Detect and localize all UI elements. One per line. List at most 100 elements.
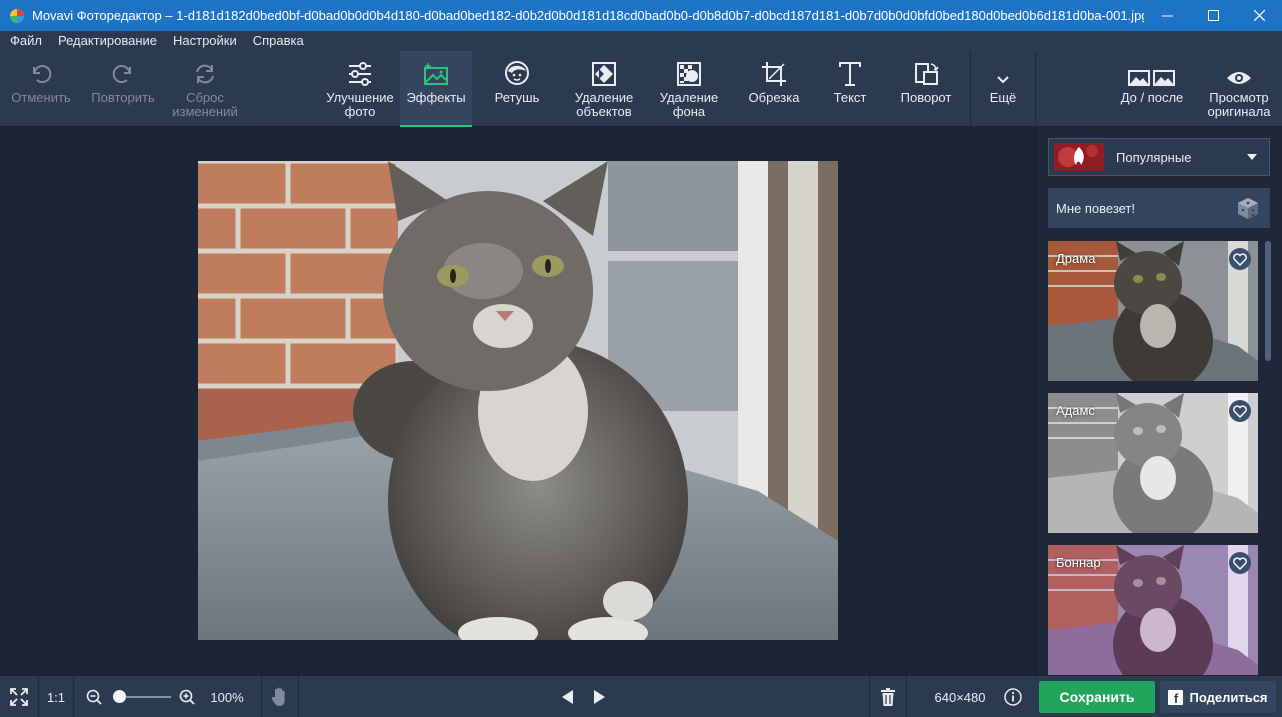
hand-icon — [271, 687, 285, 706]
more-tools-button[interactable]: Ещё — [971, 51, 1035, 127]
more-label: Ещё — [989, 90, 1017, 105]
category-label: Популярные — [1116, 149, 1192, 165]
remove-objects-icon — [592, 62, 616, 86]
minimize-icon — [1161, 15, 1173, 17]
effect-bonnard[interactable]: Боннар — [1048, 545, 1258, 675]
scrollbar-thumb[interactable] — [1265, 241, 1271, 361]
category-dropdown[interactable]: Популярные — [1048, 138, 1270, 176]
previous-image-button[interactable] — [556, 676, 580, 717]
save-button[interactable]: Сохранить — [1039, 681, 1155, 713]
share-button[interactable]: f Поделиться — [1160, 681, 1276, 713]
zoom-level: 100% — [210, 689, 244, 705]
image-info-button[interactable] — [1000, 676, 1026, 717]
feeling-lucky-button[interactable]: Мне повезет! — [1048, 188, 1270, 228]
eye-icon — [1227, 72, 1251, 84]
effect-drama[interactable]: Драма — [1048, 241, 1258, 381]
dropdown-arrow-icon — [1247, 154, 1257, 160]
heart-icon — [1233, 404, 1247, 418]
effect-adams[interactable]: Адамс — [1048, 393, 1258, 533]
remove-objects-tool[interactable]: Удаление объектов — [562, 51, 646, 127]
menu-file[interactable]: Файл — [2, 31, 50, 51]
view-original-button[interactable]: Просмотр оригинала — [1198, 51, 1280, 127]
undo-button[interactable]: Отменить — [0, 51, 82, 127]
sliders-icon — [349, 62, 371, 86]
flame-icon — [1054, 143, 1104, 171]
text-tool[interactable]: Текст — [818, 51, 882, 127]
favorite-button[interactable] — [1229, 400, 1251, 422]
enhance-photo-tool[interactable]: Улучшение фото — [320, 51, 400, 127]
effect-name: Драма — [1056, 251, 1096, 266]
triangle-right-icon — [594, 690, 605, 704]
fullscreen-button[interactable] — [0, 676, 38, 717]
zoom-slider-handle[interactable] — [113, 690, 126, 703]
effects-icon — [424, 62, 448, 85]
movavi-photo-editor: Movavi Фоторедактор – 1-d181d182d0bed0bf… — [0, 0, 1282, 717]
favorite-button[interactable] — [1229, 552, 1251, 574]
remove-background-label: Удаление фона — [659, 90, 719, 119]
text-label: Текст — [833, 90, 867, 105]
menu-help[interactable]: Справка — [245, 31, 312, 51]
window-title: Movavi Фоторедактор – 1-d181d182d0bed0bf… — [32, 8, 1144, 23]
effect-name: Адамс — [1056, 403, 1095, 418]
rotate-icon — [915, 63, 939, 85]
title-bar: Movavi Фоторедактор – 1-d181d182d0bed0bf… — [0, 0, 1282, 31]
rotate-tool[interactable]: Поворот — [892, 51, 960, 127]
reset-changes-button[interactable]: Сброс изменений — [164, 51, 246, 127]
effects-scrollbar[interactable] — [1265, 241, 1271, 675]
actual-size-button[interactable]: 1:1 — [39, 676, 73, 717]
heart-icon — [1233, 556, 1247, 570]
movavi-logo-icon — [10, 8, 24, 23]
face-retouch-icon — [505, 61, 529, 85]
zoom-in-button[interactable] — [177, 676, 197, 717]
zoom-out-icon — [86, 689, 102, 705]
trash-icon — [881, 688, 895, 706]
redo-icon — [112, 65, 131, 83]
next-image-button[interactable] — [587, 676, 611, 717]
effects-panel: Популярные Мне повезет! Драма Адамс Бонн… — [1036, 127, 1282, 675]
view-original-label: Просмотр оригинала — [1207, 90, 1271, 119]
cat-photo[interactable] — [198, 161, 838, 640]
effect-name: Боннар — [1056, 555, 1101, 570]
chevron-down-icon — [997, 76, 1009, 84]
photo-canvas[interactable] — [0, 127, 1035, 675]
minimize-button[interactable] — [1144, 0, 1190, 31]
facebook-icon: f — [1168, 689, 1184, 705]
zoom-out-button[interactable] — [84, 676, 104, 717]
info-icon — [1004, 688, 1022, 706]
share-label: Поделиться — [1189, 689, 1268, 705]
text-icon — [839, 62, 861, 86]
close-button[interactable] — [1236, 0, 1282, 31]
favorite-button[interactable] — [1229, 248, 1251, 270]
remove-objects-label: Удаление объектов — [574, 90, 634, 119]
triangle-left-icon — [562, 690, 573, 704]
effects-label: Эффекты — [406, 90, 466, 105]
maximize-icon — [1207, 10, 1219, 21]
crop-label: Обрезка — [748, 90, 800, 105]
undo-label: Отменить — [11, 90, 71, 105]
toolbar-separator — [1035, 51, 1036, 127]
pan-tool-button[interactable] — [262, 676, 298, 717]
bottom-separator — [298, 676, 299, 717]
redo-button[interactable]: Повторить — [82, 51, 164, 127]
retouch-tool[interactable]: Ретушь — [480, 51, 554, 127]
retouch-label: Ретушь — [494, 90, 540, 105]
remove-background-icon — [677, 62, 701, 86]
dice-icon — [1238, 198, 1258, 219]
before-after-button[interactable]: До / после — [1112, 51, 1192, 127]
delete-button[interactable] — [870, 676, 906, 717]
bottom-separator — [73, 676, 74, 717]
menu-edit[interactable]: Редактирование — [50, 31, 165, 51]
rotate-label: Поворот — [900, 90, 952, 105]
undo-icon — [33, 65, 52, 83]
before-after-icon — [1128, 70, 1175, 86]
maximize-button[interactable] — [1190, 0, 1236, 31]
toolbar: Отменить Повторить Сброс изменений Улучш… — [0, 51, 1282, 127]
effects-tool[interactable]: Эффекты — [400, 51, 472, 127]
remove-background-tool[interactable]: Удаление фона — [650, 51, 728, 127]
feeling-lucky-label: Мне повезет! — [1056, 200, 1136, 216]
before-after-label: До / после — [1120, 90, 1184, 105]
crop-tool[interactable]: Обрезка — [740, 51, 808, 127]
menu-settings[interactable]: Настройки — [165, 31, 245, 51]
bottom-separator — [906, 676, 907, 717]
close-icon — [1253, 10, 1265, 21]
